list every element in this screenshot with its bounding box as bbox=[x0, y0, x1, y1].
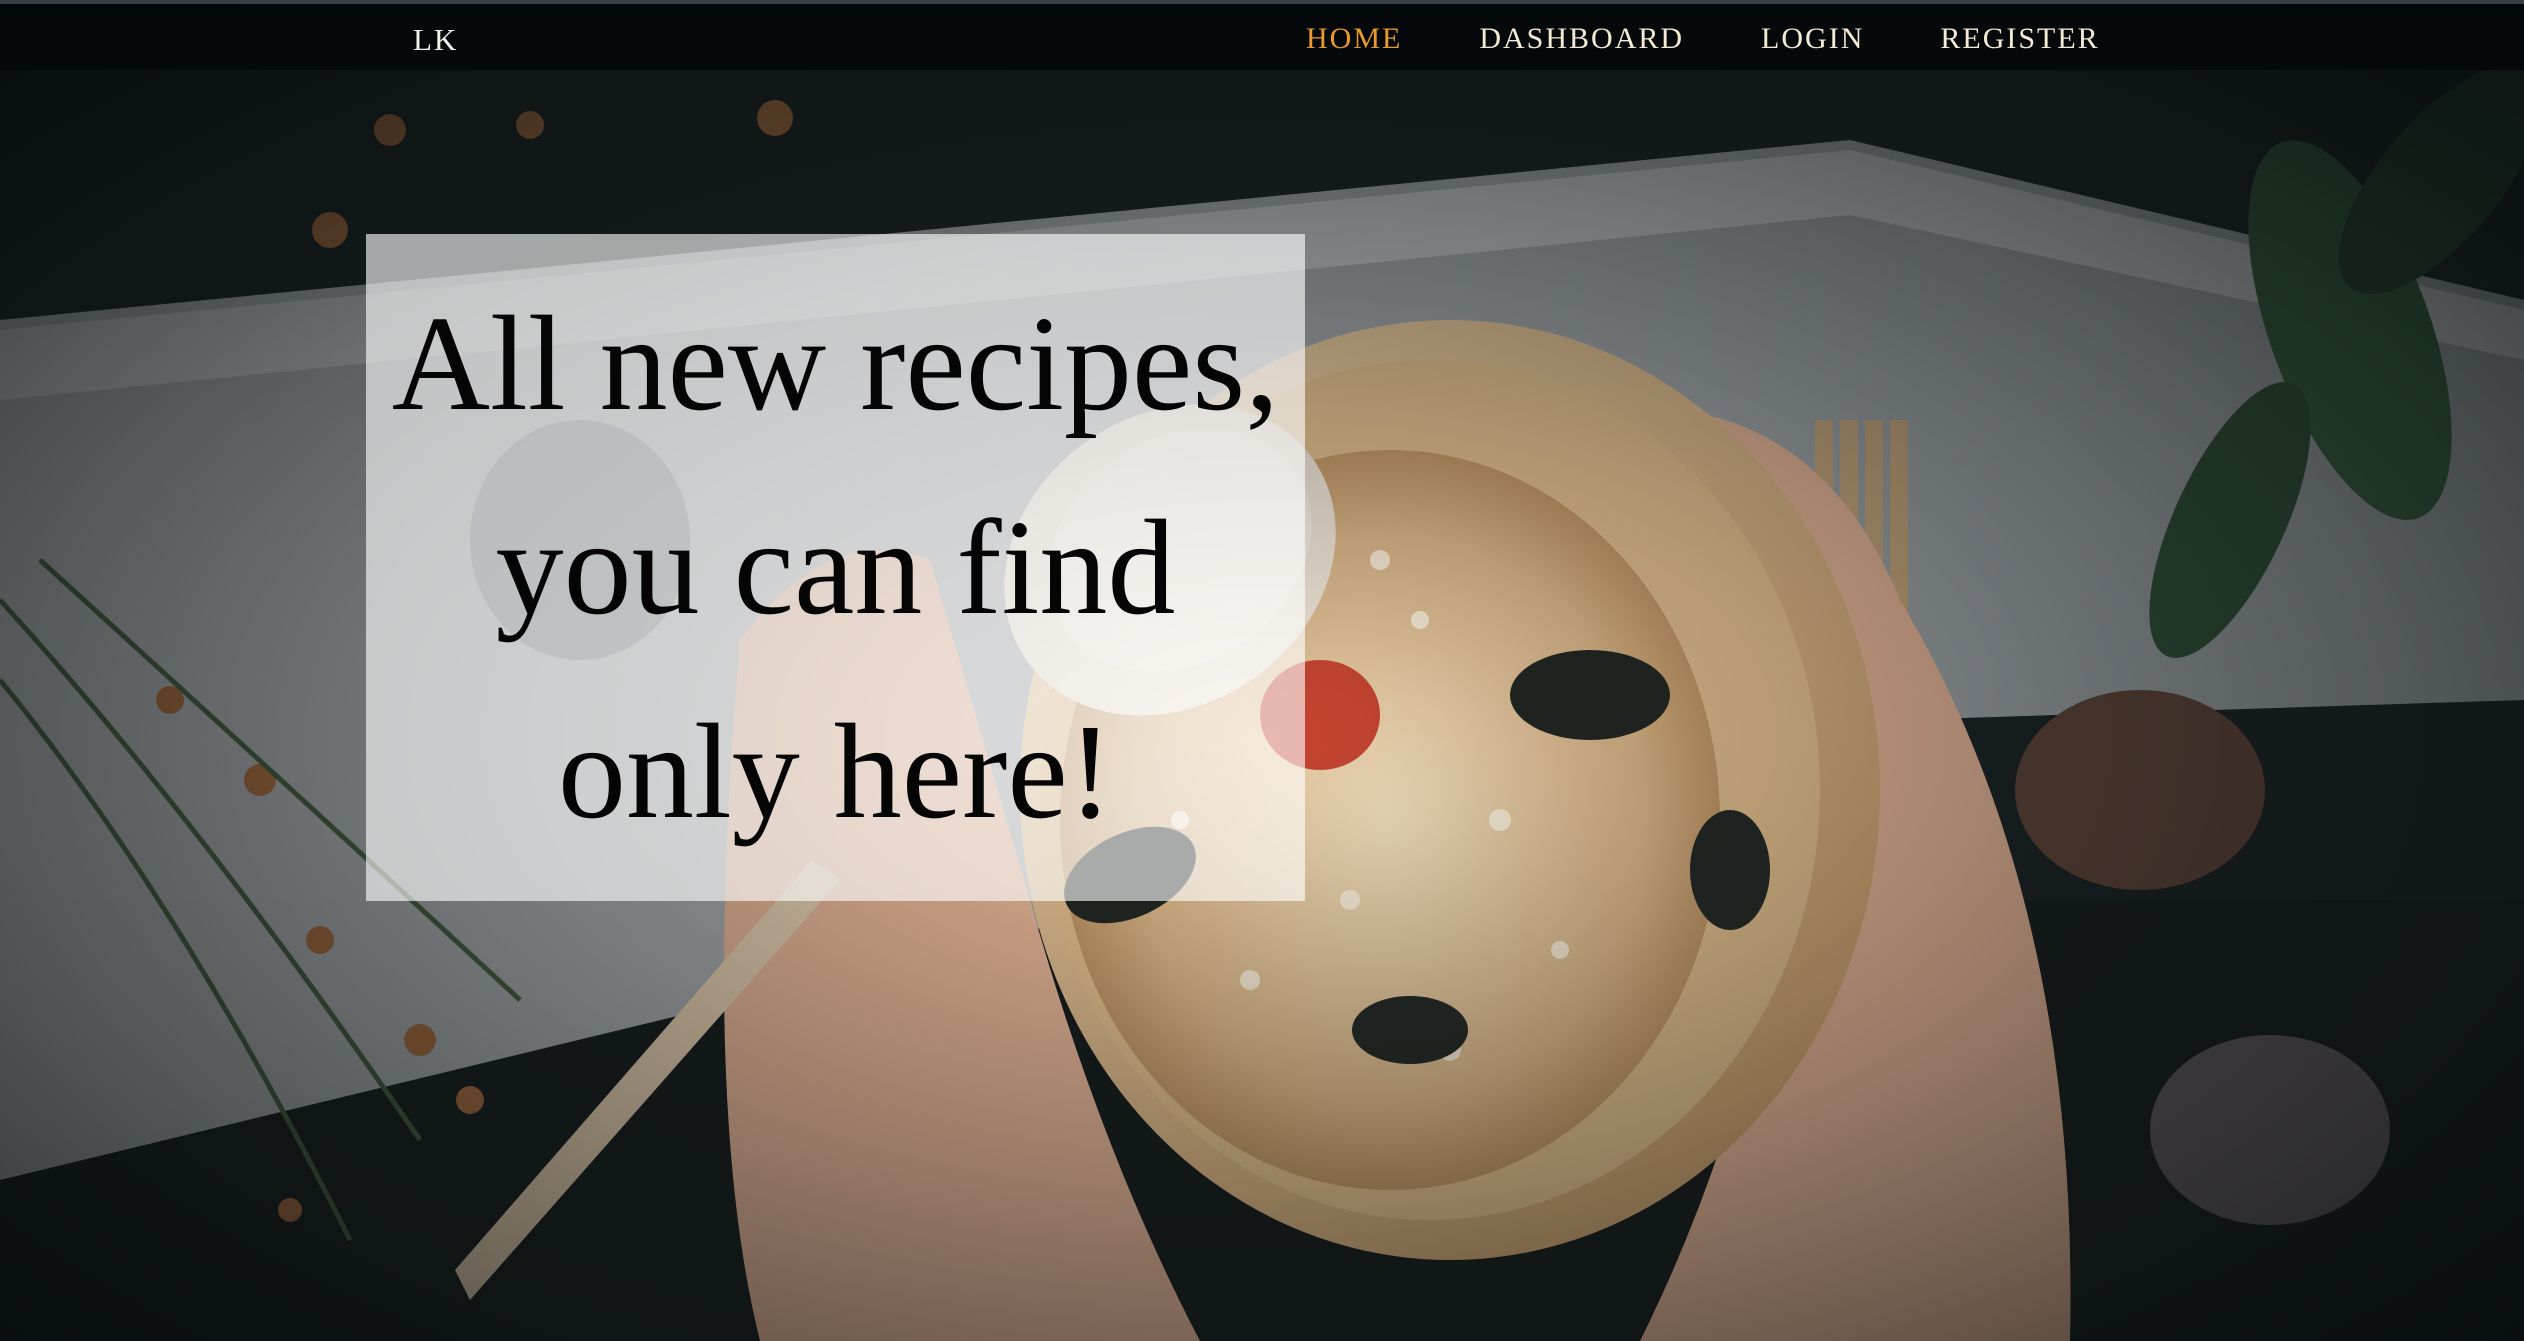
hero-title-line: only here! bbox=[557, 696, 1114, 847]
hero-title: All new recipes, you can find only here! bbox=[366, 262, 1305, 874]
landing-page: LK HOME DASHBOARD LOGIN REGISTER All new… bbox=[0, 0, 2524, 1341]
nav-link-dashboard[interactable]: DASHBOARD bbox=[1479, 22, 1684, 56]
nav-links: HOME DASHBOARD LOGIN REGISTER bbox=[1306, 22, 2100, 56]
brand-logo-link[interactable]: LK bbox=[413, 22, 458, 58]
hero-caption-box: All new recipes, you can find only here! bbox=[366, 234, 1305, 901]
top-navbar: LK HOME DASHBOARD LOGIN REGISTER bbox=[0, 0, 2524, 70]
nav-link-register[interactable]: REGISTER bbox=[1940, 22, 2099, 56]
nav-link-home[interactable]: HOME bbox=[1306, 22, 1402, 56]
hero-title-line: you can find bbox=[495, 492, 1176, 643]
hero-title-line: All new recipes, bbox=[391, 288, 1280, 439]
nav-link-login[interactable]: LOGIN bbox=[1761, 22, 1864, 56]
